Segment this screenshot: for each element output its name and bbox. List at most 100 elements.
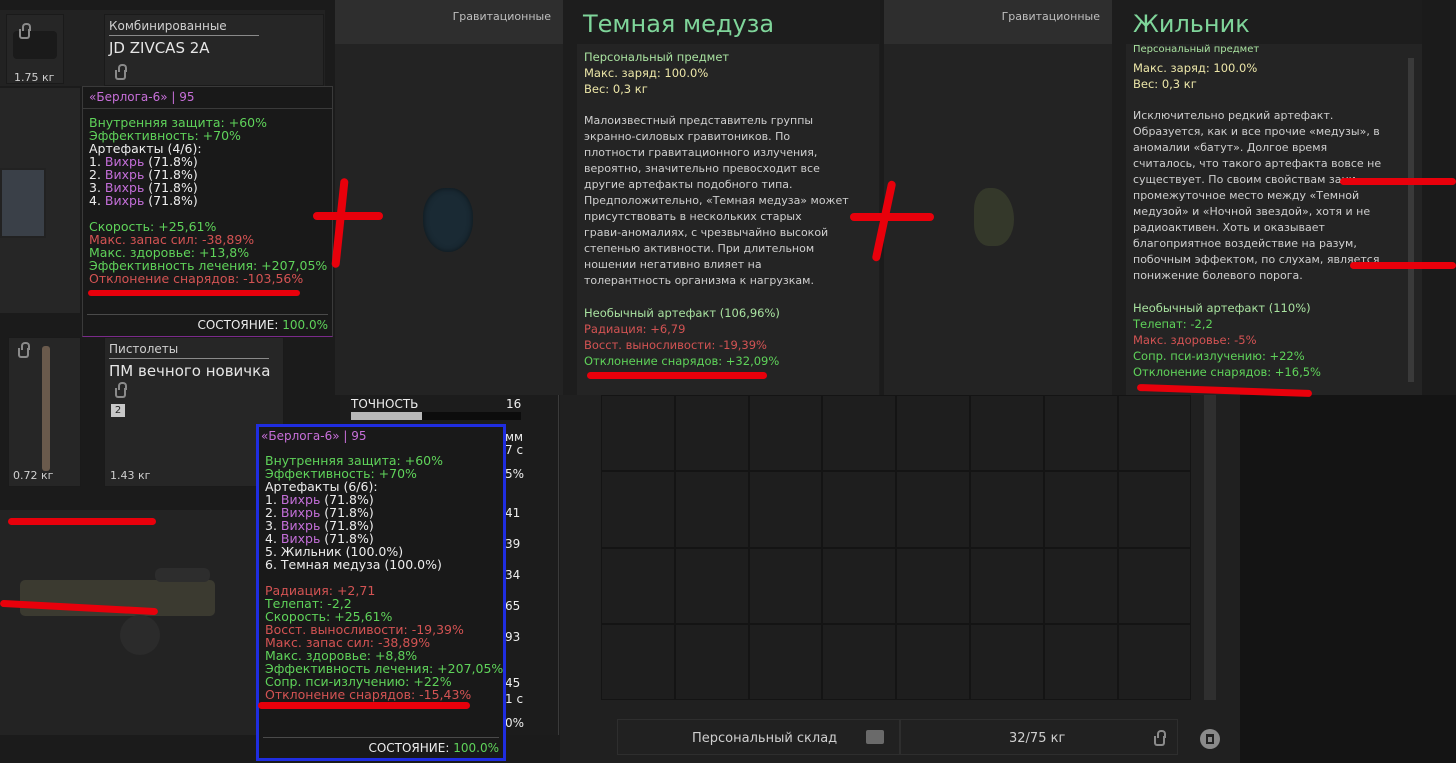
stash-cell[interactable] (1043, 395, 1118, 472)
primary-weapon-slot[interactable] (0, 510, 258, 735)
artifact-title: Жильник (1133, 10, 1250, 38)
storage-weight-box: 32/75 кг (900, 719, 1178, 755)
armor-tooltip-stats: Внутренняя защита: +60% Эффективность: +7… (259, 446, 503, 701)
stash-cell[interactable] (601, 395, 675, 472)
weapon-stat-value: 65 (505, 599, 521, 613)
stash-cell[interactable] (822, 547, 897, 624)
personal-item: Персональный предмет (1133, 44, 1260, 55)
stash-cell[interactable] (896, 395, 970, 472)
stash-cell[interactable] (969, 471, 1044, 548)
stash-cell[interactable] (896, 471, 970, 548)
stash-cell[interactable] (748, 547, 823, 624)
stash-cell[interactable] (896, 547, 970, 624)
stash-cell[interactable] (969, 395, 1044, 472)
armor-slot[interactable] (0, 88, 80, 313)
artifact-title: Темная медуза (583, 10, 775, 38)
state-value: 100.0% (453, 741, 499, 755)
artifact-weight: Вес: 0,3 кг (584, 82, 648, 96)
max-charge: Макс. заряд: 100.0% (1133, 61, 1258, 75)
annotation-underline (1340, 178, 1456, 185)
description-line: плотности гравитационного излучения, (584, 146, 818, 159)
stash-cell[interactable] (1043, 547, 1118, 624)
storage-weight: 32/75 кг (1009, 731, 1066, 746)
stash-scrollbar[interactable] (1204, 395, 1216, 700)
description-scrollbar[interactable] (1408, 58, 1414, 382)
weapon-info-slot-top[interactable]: Комбинированные JD ZIVCAS 2A (104, 14, 324, 86)
slot-number-badge: 2 (111, 404, 125, 417)
artifact-stat-line: Сопр. пси-излучению: +22% (1133, 349, 1305, 363)
stash-cell[interactable] (601, 547, 675, 624)
accuracy-value: 16 (506, 397, 522, 411)
state-label: СОСТОЯНИЕ: (368, 741, 450, 755)
annotation-underline (258, 702, 470, 709)
zhilnik-preview[interactable]: Гравитационные (884, 0, 1112, 395)
annotation-underline (8, 518, 156, 525)
lock-icon (115, 64, 127, 80)
annotation-underline (1350, 262, 1456, 269)
stat-line: 4. Вихрь (71.8%) (89, 193, 198, 208)
rifle-magazine-icon (120, 615, 160, 655)
artifact-description: Исключительно редкий артефакт. Образуется… (1133, 108, 1381, 284)
trash-icon[interactable] (1200, 729, 1220, 749)
weapon-stat-value: 34 (505, 568, 521, 582)
stash-cell[interactable] (748, 471, 823, 548)
armor-state: СОСТОЯНИЕ: 100.0% (263, 737, 499, 755)
state-value: 100.0% (282, 318, 328, 332)
description-line: степенью активности. При длительном (584, 242, 815, 255)
stash-cell[interactable] (601, 471, 675, 548)
stash-cell[interactable] (969, 623, 1044, 701)
accuracy-label: ТОЧНОСТЬ (351, 397, 419, 411)
storage-selector[interactable]: Персональный склад (617, 719, 900, 755)
stash-cell[interactable] (748, 623, 823, 701)
stash-cell[interactable] (1117, 547, 1192, 624)
storage-label: Персональный склад (692, 731, 838, 746)
stash-cell[interactable] (969, 547, 1044, 624)
weapon-stat-value: 39 (505, 537, 521, 551)
description-line: Малоизвестный представитель группы (584, 114, 814, 127)
stash-grid[interactable] (601, 395, 1192, 701)
stats-divider (558, 395, 559, 735)
stash-cell[interactable] (822, 471, 897, 548)
weapon-category: Комбинированные (109, 19, 259, 36)
weapon-stat-value: 41 (505, 506, 521, 520)
stash-cell[interactable] (1043, 623, 1118, 701)
armor-tooltip-stats: Внутренняя защита: +60% Эффективность: +7… (83, 109, 332, 285)
annotation-underline (587, 372, 767, 379)
weapon-stat-value: 0% (505, 716, 525, 730)
weapon-icon-slot[interactable]: 1.75 кг (6, 14, 64, 84)
description-line: другие артефакты подобного типа. (584, 178, 793, 191)
description-line: благоприятное воздействие на разум, (1133, 237, 1357, 250)
stash-cell[interactable] (601, 623, 675, 701)
artifact-stat-line: Радиация: +6,79 (584, 322, 686, 336)
medusa-preview[interactable]: Гравитационные (335, 0, 563, 395)
rifle-scope-icon (155, 568, 210, 582)
armor-tooltip-before: «Берлога-6» | 95 Внутренняя защита: +60%… (82, 86, 333, 337)
description-line: Предположительно, «Темная медуза» может (584, 194, 849, 207)
stash-cell[interactable] (674, 623, 749, 701)
stash-cell[interactable] (1117, 623, 1192, 701)
pistol-name: ПМ вечного новичка (109, 362, 271, 380)
stash-cell[interactable] (1043, 471, 1118, 548)
melee-slot[interactable]: 0.72 кг (8, 337, 81, 487)
stash-cell[interactable] (1117, 395, 1192, 472)
weapon-stat-value: 5% (505, 467, 525, 481)
description-line: присутствовать в нескольких старых (584, 210, 802, 223)
stash-cell[interactable] (674, 395, 749, 472)
stash-cell[interactable] (674, 471, 749, 548)
stash-dark-area (1240, 395, 1456, 763)
stash-cell[interactable] (822, 623, 897, 701)
annotation-underline (88, 290, 300, 296)
stash-cell[interactable] (674, 547, 749, 624)
accuracy-bar-track (351, 412, 521, 420)
armor-tooltip-header: «Берлога-6» | 95 (261, 429, 367, 443)
description-line: понижение болевого порога. (1133, 269, 1303, 282)
description-line: грави-аномалиях, с чрезвычайно высокой (584, 226, 829, 239)
armor-box-icon (0, 168, 46, 238)
stash-cell[interactable] (748, 395, 823, 472)
artifact-description: Малоизвестный представитель группы экранн… (584, 113, 849, 289)
stash-cell[interactable] (1117, 471, 1192, 548)
weapon-name: JD ZIVCAS 2A (109, 39, 210, 57)
stash-cell[interactable] (822, 395, 897, 472)
armor-tooltip-after: «Берлога-6» | 95 Внутренняя защита: +60%… (256, 424, 506, 761)
stash-cell[interactable] (896, 623, 970, 701)
